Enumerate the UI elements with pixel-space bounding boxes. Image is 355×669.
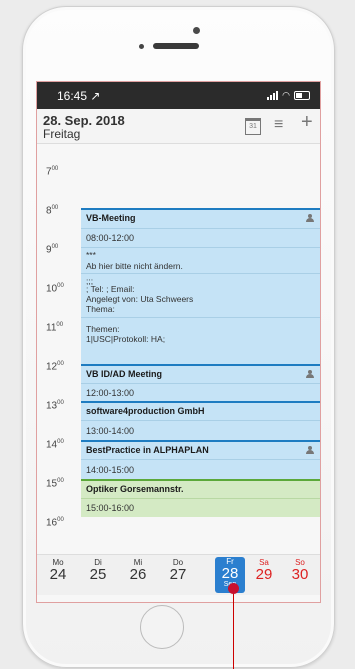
earpiece-speaker — [153, 43, 199, 49]
event-description-line: Angelegt von: Uta Schweers — [86, 294, 194, 304]
event-time: 13:00-14:00 — [86, 426, 135, 436]
hour-label: 700 — [46, 166, 59, 178]
event-description-line: *** — [86, 250, 96, 260]
divider — [81, 273, 320, 274]
event-title: BestPractice in ALPHAPLAN — [86, 445, 209, 455]
home-button[interactable] — [140, 605, 184, 649]
hour-label: 900 — [46, 244, 59, 256]
event-description-line: 1|USC|Protokoll: HA; — [86, 334, 166, 344]
divider — [81, 383, 320, 384]
day-number: 26 — [129, 566, 147, 583]
list-icon[interactable]: ≡ — [274, 117, 283, 133]
divider — [81, 498, 320, 499]
divider — [81, 317, 320, 318]
hour-label: 1600 — [46, 517, 64, 529]
status-bar: 16:45 ↗ ◠ — [37, 82, 320, 109]
attendee-icon — [306, 214, 314, 222]
battery-icon — [294, 91, 310, 100]
day-number: 29 — [255, 566, 273, 583]
sensor-dot — [139, 44, 144, 49]
calendar-icon[interactable]: 31 — [245, 118, 261, 135]
event-time: 15:00-16:00 — [86, 503, 135, 513]
week-day-selector: Mo 24 Di 25 Mi 26 Do 27 Fr 28 Sep Sa 29 … — [37, 554, 320, 595]
calendar-event[interactable]: BestPractice in ALPHAPLAN 14:00-15:00 — [81, 440, 320, 479]
day-number: 24 — [49, 566, 67, 583]
hour-label: 1400 — [46, 439, 64, 451]
day-button[interactable]: Sa 29 — [249, 558, 279, 582]
status-icons: ◠ — [267, 90, 310, 101]
event-title: Optiker Gorsemannstr. — [86, 484, 184, 494]
calendar-event[interactable]: software4production GmbH 13:00-14:00 — [81, 401, 320, 440]
hour-label: 1300 — [46, 400, 64, 412]
wifi-icon: ◠ — [282, 90, 290, 100]
divider — [81, 420, 320, 421]
day-number: 25 — [89, 566, 107, 583]
day-number: 27 — [169, 566, 187, 583]
divider — [81, 459, 320, 460]
hour-label: 1100 — [46, 322, 64, 334]
event-title: VB-Meeting — [86, 213, 136, 223]
divider — [81, 247, 320, 248]
attendee-icon — [306, 370, 314, 378]
hour-label: 1200 — [46, 361, 64, 373]
signal-icon — [267, 91, 279, 100]
day-button[interactable]: Mi 26 — [123, 558, 153, 582]
app-screen: 16:45 ↗ ◠ 28. Sep. 2018 Freitag 31 ≡ + 7… — [36, 81, 321, 603]
hour-label: 1500 — [46, 478, 64, 490]
annotation-pointer-line — [233, 587, 234, 669]
day-button[interactable]: Di 25 — [83, 558, 113, 582]
attendee-icon — [306, 446, 314, 454]
event-description-line: Ab hier bitte nicht ändern. — [86, 261, 183, 271]
hour-label: 1000 — [46, 283, 64, 295]
day-header: 28. Sep. 2018 Freitag 31 ≡ + — [37, 109, 320, 144]
event-description-line: Themen: — [86, 324, 120, 334]
event-time: 14:00-15:00 — [86, 465, 135, 475]
status-time: 16:45 ↗ — [57, 89, 101, 103]
add-icon[interactable]: + — [301, 112, 313, 132]
header-date: 28. Sep. 2018 — [43, 113, 125, 128]
event-time: 08:00-12:00 — [86, 233, 135, 243]
day-button[interactable]: Do 27 — [163, 558, 193, 582]
divider — [81, 228, 320, 229]
event-description-line: ; Tel: ; Email: — [86, 284, 135, 294]
hour-label: 800 — [46, 205, 59, 217]
header-weekday: Freitag — [43, 127, 81, 141]
day-button[interactable]: Mo 24 — [43, 558, 73, 582]
calendar-event[interactable]: VB-Meeting 08:00-12:00 *** Ab hier bitte… — [81, 208, 320, 364]
front-camera — [193, 27, 200, 34]
calendar-event[interactable]: VB ID/AD Meeting 12:00-13:00 — [81, 364, 320, 401]
calendar-event[interactable]: Optiker Gorsemannstr. 15:00-16:00 — [81, 479, 320, 517]
annotation-pointer-dot — [228, 583, 239, 594]
event-description-line: Thema: — [86, 304, 115, 314]
event-title: VB ID/AD Meeting — [86, 369, 163, 379]
day-button[interactable]: So 30 — [285, 558, 315, 582]
day-number: 30 — [291, 566, 309, 583]
event-time: 12:00-13:00 — [86, 388, 135, 398]
day-number: 28 — [221, 565, 239, 582]
event-title: software4production GmbH — [86, 406, 205, 416]
